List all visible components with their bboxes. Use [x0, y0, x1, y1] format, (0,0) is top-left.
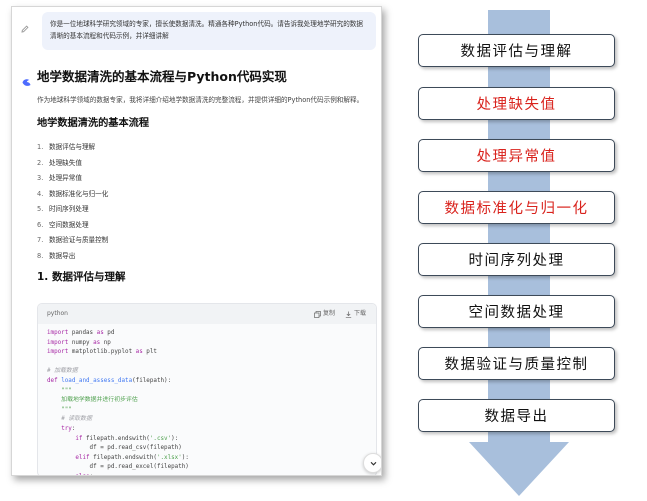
flow-step-5: 时间序列处理 [418, 243, 615, 276]
edit-icon[interactable] [20, 19, 30, 33]
steps-list: 1. 数据评估与理解 2. 处理缺失值 3. 处理异常值 4. 数据标准化与归一化 5.… [37, 140, 377, 264]
flow-step-2: 处理缺失值 [418, 87, 615, 120]
flow-step-6: 空间数据处理 [418, 295, 615, 328]
list-item: 4. 数据标准化与归一化 [37, 189, 109, 198]
chat-screenshot: 你是一位地球科学研究领域的专家，擅长使数据清洗。精通各种Python代码。请告诉… [11, 6, 382, 476]
flow-step-4: 数据标准化与归一化 [418, 191, 615, 224]
download-icon [345, 311, 352, 318]
subsection-title: 1. 数据评估与理解 [37, 271, 126, 283]
flow-step-1: 数据评估与理解 [418, 34, 615, 67]
user-prompt: 你是一位地球科学研究领域的专家，擅长使数据清洗。精通各种Python代码。请告诉… [42, 12, 376, 50]
scroll-down-button[interactable] [363, 453, 381, 473]
list-item: 1. 数据评估与理解 [37, 143, 96, 151]
list-item: 5. 时间序列处理 [37, 205, 89, 213]
ai-logo-icon [21, 73, 32, 86]
copy-button[interactable]: 复制 [314, 304, 335, 324]
list-item: 6. 空间数据处理 [37, 220, 89, 229]
list-item: 3. 处理异常值 [37, 174, 82, 182]
code-block: python 复制 下载 import pandas as pd import … [37, 303, 377, 475]
code-content: import pandas as pd import numpy as np i… [47, 330, 189, 475]
flow-step-7: 数据验证与质量控制 [418, 347, 615, 380]
user-message-row: 你是一位地球科学研究领域的专家，擅长使数据清洗。精通各种Python代码。请告诉… [12, 7, 381, 53]
section-title: 地学数据清洗的基本流程 [37, 118, 150, 129]
code-language: python [47, 310, 68, 317]
download-button[interactable]: 下载 [345, 304, 366, 324]
copy-icon [314, 310, 321, 318]
list-item: 8. 数据导出 [37, 251, 76, 260]
chevron-down-icon [370, 461, 376, 466]
flow-step-3: 处理异常值 [418, 139, 615, 172]
code-header: python 复制 下载 [38, 304, 376, 324]
response-intro: 作为地球科学领域的数据专家，我将详细介绍地学数据清洗的完整流程，并提供详细的Py… [37, 96, 364, 104]
flow-step-8: 数据导出 [418, 399, 615, 432]
ai-response: 地学数据清洗的基本流程与Python代码实现 作为地球科学领域的数据专家，我将详… [37, 67, 377, 285]
response-title: 地学数据清洗的基本流程与Python代码实现 [37, 69, 287, 84]
list-item: 2. 处理缺失值 [37, 158, 82, 167]
list-item: 7. 数据验证与质量控制 [37, 236, 109, 244]
